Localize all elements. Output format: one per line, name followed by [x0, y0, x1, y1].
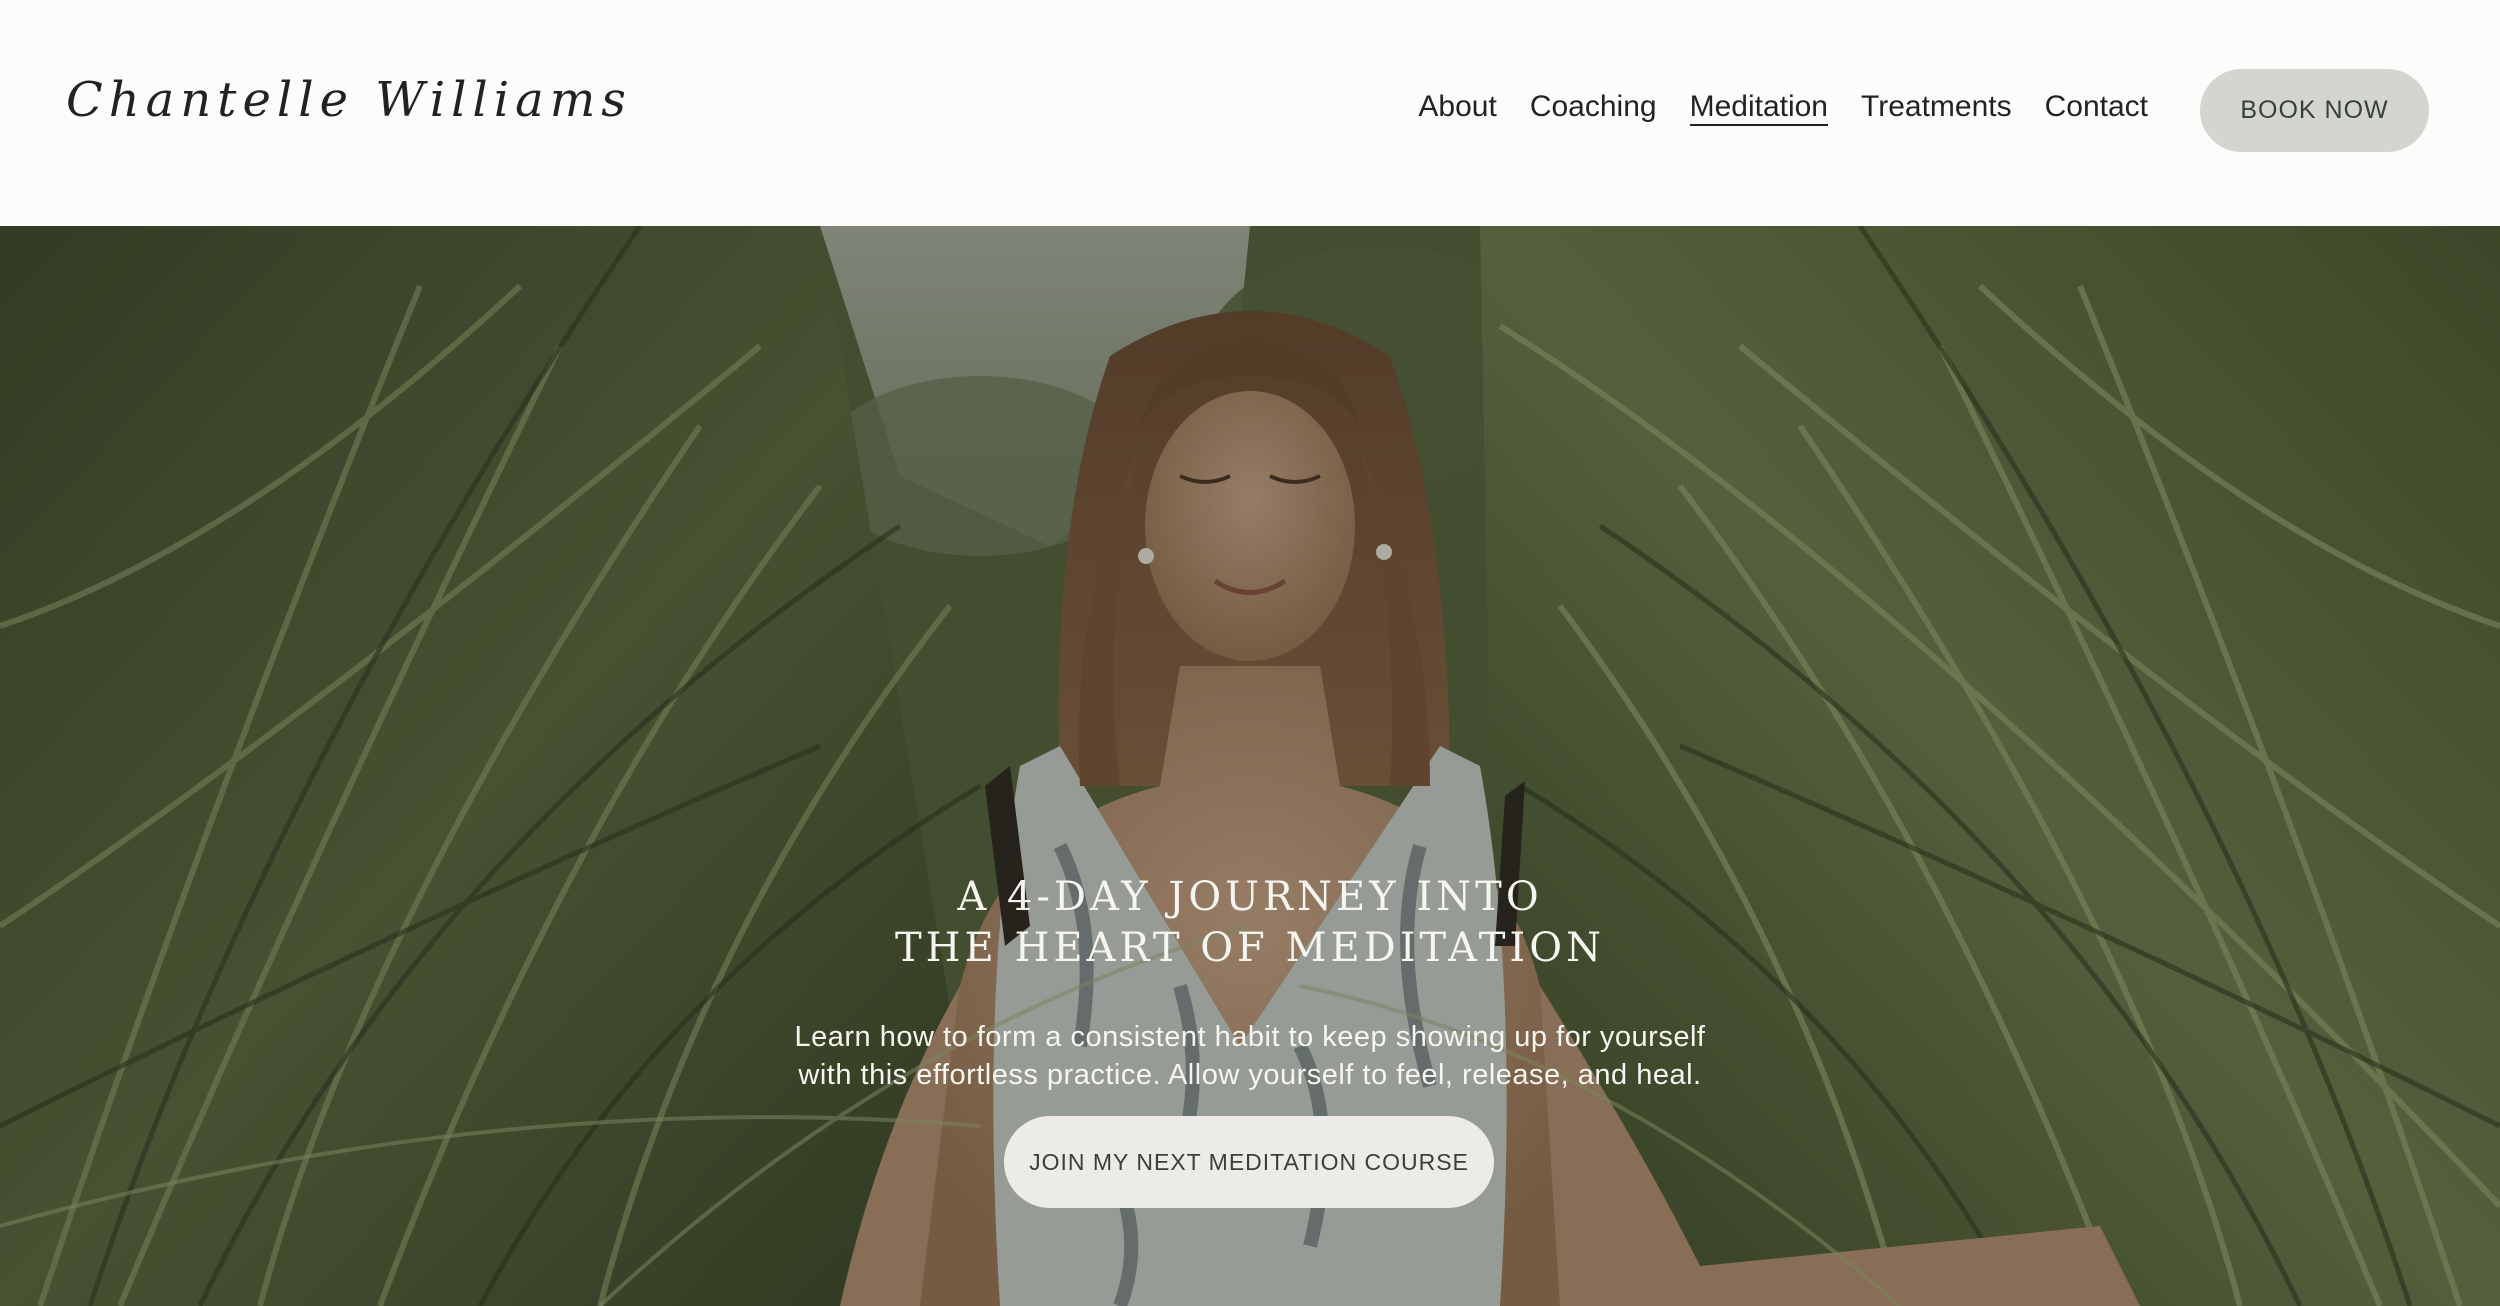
site-logo[interactable]: Chantelle Williams [66, 72, 632, 128]
nav-about[interactable]: About [1418, 90, 1496, 126]
nav-meditation[interactable]: Meditation [1689, 90, 1828, 126]
hero-subtitle-line2: with this effortless practice. Allow you… [798, 1059, 1702, 1091]
hero-subtitle-line1: Learn how to form a consistent habit to … [794, 1021, 1706, 1053]
site-header: Chantelle Williams About Coaching Medita… [0, 0, 2500, 226]
hero-title: A 4-DAY JOURNEY INTO THE HEART OF MEDITA… [750, 872, 1750, 974]
nav-contact[interactable]: Contact [2045, 90, 2148, 126]
join-course-button[interactable]: JOIN MY NEXT MEDITATION COURSE [1004, 1116, 1494, 1208]
main-nav: About Coaching Meditation Treatments Con… [1385, 90, 2148, 126]
nav-treatments[interactable]: Treatments [1861, 90, 2012, 126]
nav-coaching[interactable]: Coaching [1530, 90, 1657, 126]
hero-section: A 4-DAY JOURNEY INTO THE HEART OF MEDITA… [0, 226, 2500, 1306]
hero-subtitle: Learn how to form a consistent habit to … [700, 1018, 1800, 1094]
book-now-button[interactable]: BOOK NOW [2200, 69, 2429, 152]
hero-title-line1: A 4-DAY JOURNEY INTO [957, 874, 1543, 920]
hero-title-line2: THE HEART OF MEDITATION [894, 925, 1605, 971]
